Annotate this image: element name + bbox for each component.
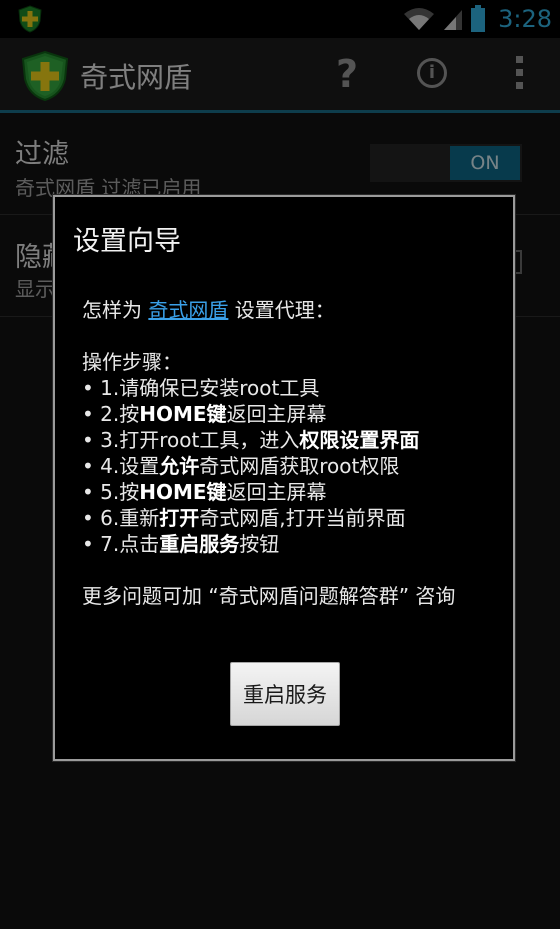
step-text: • 3.打开root工具，进入 — [82, 428, 300, 452]
step-emphasis: 允许 — [159, 454, 200, 478]
step-text: • 6.重新 — [82, 506, 160, 530]
step-item: • 1.请确保已安装root工具 — [82, 375, 502, 401]
step-text: 奇式网盾,打开当前界面 — [199, 506, 406, 530]
intro-line: 怎样为 奇式网盾 设置代理： — [82, 297, 502, 323]
step-text: • 2.按 — [82, 402, 140, 426]
step-emphasis: HOME键 — [139, 480, 227, 504]
step-emphasis: 权限设置界面 — [299, 428, 420, 452]
step-item: • 5.按HOME键返回主屏幕 — [82, 479, 502, 505]
dialog-body: 怎样为 奇式网盾 设置代理： 操作步骤： • 1.请确保已安装root工具 • 2… — [82, 297, 502, 609]
steps-heading: 操作步骤： — [82, 350, 182, 374]
step-text: • 7.点击 — [82, 532, 160, 556]
step-text: 按钮 — [239, 532, 280, 556]
dialog-footer-text: 更多问题可加 “奇式网盾问题解答群” 咨询 — [82, 584, 456, 608]
step-text: • 1.请确保已安装root工具 — [82, 376, 320, 400]
step-text: 奇式网盾获取root权限 — [199, 454, 400, 478]
intro-prefix: 怎样为 — [82, 298, 149, 322]
steps-list: • 1.请确保已安装root工具 • 2.按HOME键返回主屏幕 • 3.打开roo… — [82, 375, 502, 557]
restart-service-button[interactable]: 重启服务 — [230, 662, 340, 726]
step-item: • 2.按HOME键返回主屏幕 — [82, 401, 502, 427]
intro-suffix: 设置代理： — [228, 298, 335, 322]
step-emphasis: 打开 — [159, 506, 200, 530]
step-item: • 4.设置允许奇式网盾获取root权限 — [82, 453, 502, 479]
setup-wizard-dialog: 设置向导 怎样为 奇式网盾 设置代理： 操作步骤： • 1.请确保已安装root… — [53, 195, 515, 761]
step-text: 返回主屏幕 — [226, 402, 327, 426]
dialog-title: 设置向导 — [73, 226, 181, 257]
step-emphasis: 重启服务 — [159, 532, 240, 556]
step-item: • 3.打开root工具，进入权限设置界面 — [82, 427, 502, 453]
app-name-link[interactable]: 奇式网盾 — [148, 298, 228, 322]
screen: 3:28 奇式网盾 ? i 过滤 奇式网盾 过滤已启用 ON 隐藏图标 显示通知… — [0, 0, 560, 929]
step-item: • 6.重新打开奇式网盾,打开当前界面 — [82, 505, 502, 531]
step-text: • 5.按 — [82, 480, 140, 504]
step-text: 返回主屏幕 — [226, 480, 327, 504]
step-item: • 7.点击重启服务按钮 — [82, 531, 502, 557]
step-text: • 4.设置 — [82, 454, 160, 478]
step-emphasis: HOME键 — [139, 402, 227, 426]
